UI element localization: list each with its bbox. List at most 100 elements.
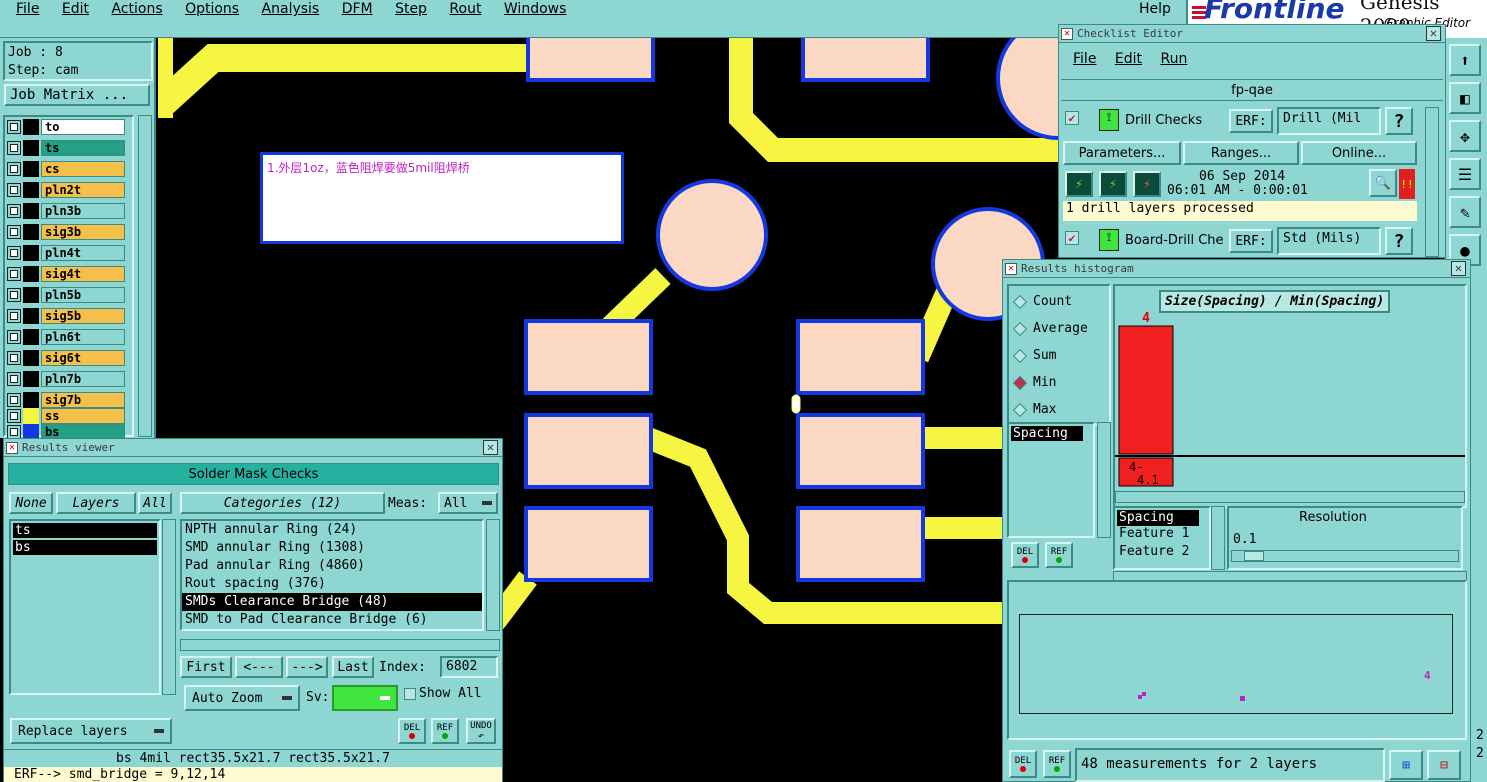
online-button[interactable]: Online...	[1301, 141, 1417, 165]
layer-name[interactable]: ts	[41, 140, 125, 156]
layer-row[interactable]: pln5b	[7, 287, 125, 303]
layer-name[interactable]: to	[41, 119, 125, 135]
layer-checkbox[interactable]	[7, 204, 21, 218]
menu-run[interactable]: Run	[1160, 51, 1187, 67]
job-matrix-button[interactable]: Job Matrix ...	[4, 84, 150, 106]
histogram-bar[interactable]	[1118, 325, 1174, 455]
layer-name[interactable]: pln5b	[41, 287, 125, 303]
layer-row[interactable]: to	[7, 119, 125, 135]
category-item[interactable]: SMD annular Ring (1308)	[182, 539, 482, 557]
layer-row[interactable]: cs	[7, 161, 125, 177]
histogram-titlebar[interactable]: ✕ Results histogram ✕	[1003, 260, 1470, 278]
category-item[interactable]: Pad annular Ring (4860)	[182, 557, 482, 575]
category-item[interactable]: SMD to Pad Clearance Bridge (6)	[182, 611, 482, 629]
check1-checkbox[interactable]: ✔	[1065, 111, 1079, 125]
checklist-scrollbar[interactable]	[1425, 107, 1439, 257]
checklist-titlebar[interactable]: ✕ Checklist Editor ✕	[1059, 25, 1445, 43]
zoom-icon[interactable]: 🔍	[1369, 169, 1397, 197]
undo-button[interactable]: UNDO ↶	[466, 718, 496, 744]
tool-icon[interactable]: ✎	[1449, 196, 1481, 228]
zoom-out-icon[interactable]: ⊟	[1427, 750, 1461, 780]
list-item[interactable]: Spacing	[1011, 426, 1083, 441]
del-button[interactable]: DEL	[398, 718, 426, 744]
layer-checkbox[interactable]	[7, 309, 21, 323]
layer-name[interactable]: sig7b	[41, 392, 125, 408]
close-icon[interactable]: ✕	[483, 440, 498, 455]
layer-checkbox[interactable]	[7, 267, 21, 281]
mode-radio-max[interactable]: Max	[1009, 396, 1109, 423]
layer-name[interactable]: sig3b	[41, 224, 125, 240]
mode-radio-sum[interactable]: Sum	[1009, 342, 1109, 369]
layer-name[interactable]: sig4t	[41, 266, 125, 282]
layer-row[interactable]: ss	[7, 408, 125, 424]
layer-name[interactable]: pln7b	[41, 371, 125, 387]
tool-icon[interactable]: ◧	[1449, 82, 1481, 114]
layer-row[interactable]: sig6t	[7, 350, 125, 366]
parameters-button[interactable]: Parameters...	[1063, 141, 1181, 165]
layer-row[interactable]: sig3b	[7, 224, 125, 240]
layer-checkbox[interactable]	[7, 393, 21, 407]
layer-row[interactable]: sig5b	[7, 308, 125, 324]
layer-scrollbar[interactable]	[138, 115, 152, 437]
layer-checkbox[interactable]	[7, 120, 21, 134]
layer-row[interactable]: pln4t	[7, 245, 125, 261]
list-item[interactable]: Spacing	[1117, 510, 1199, 526]
close-icon[interactable]: ✕	[1426, 26, 1441, 41]
mode-radio-min[interactable]: Min	[1009, 369, 1109, 396]
zoom-in-icon[interactable]: ⊞	[1389, 750, 1423, 780]
layer-checkbox[interactable]	[7, 372, 21, 386]
histogram-hscrollbar[interactable]	[1115, 491, 1465, 503]
run-icon[interactable]: ⚡	[1133, 171, 1161, 197]
layer-name[interactable]: pln6t	[41, 329, 125, 345]
erf-label[interactable]: ERF:	[1229, 229, 1273, 253]
layer-name[interactable]: sig6t	[41, 350, 125, 366]
menu-help[interactable]: Help	[1139, 1, 1171, 17]
ref-button[interactable]: REF	[1043, 750, 1071, 778]
layer-checkbox[interactable]	[7, 162, 21, 176]
erf-field[interactable]: Drill (Mil	[1277, 107, 1381, 135]
show-all-checkbox[interactable]	[404, 688, 416, 700]
layer-checkbox[interactable]	[7, 246, 21, 260]
meas-dropdown[interactable]: All	[438, 492, 498, 514]
menu-actions[interactable]: Actions	[111, 1, 162, 17]
replace-layers-dropdown[interactable]: Replace layers	[10, 718, 172, 744]
index-input[interactable]: 6802	[440, 656, 498, 678]
layer-row[interactable]: pln2t	[7, 182, 125, 198]
last-button[interactable]: Last	[332, 656, 374, 678]
categories-button[interactable]: Categories (12)	[180, 492, 385, 514]
ref-button[interactable]: REF	[431, 718, 459, 744]
layer-checkbox[interactable]	[7, 183, 21, 197]
category-item[interactable]: NPTH annular Ring (24)	[182, 521, 482, 539]
help-button[interactable]: ?	[1385, 107, 1413, 135]
menu-file[interactable]: File	[16, 1, 39, 17]
menu-file[interactable]: File	[1073, 51, 1096, 67]
mode-radio-average[interactable]: Average	[1009, 315, 1109, 342]
layer-checkbox[interactable]	[7, 141, 21, 155]
list-item[interactable]: ts	[13, 523, 157, 538]
check2-checkbox[interactable]: ✔	[1065, 231, 1079, 245]
menu-dfm[interactable]: DFM	[342, 1, 373, 17]
layer-checkbox[interactable]	[7, 425, 21, 439]
layer-checkbox[interactable]	[7, 330, 21, 344]
all-button[interactable]: All	[138, 492, 172, 514]
layer-row[interactable]: sig4t	[7, 266, 125, 282]
resolution-slider[interactable]	[1231, 550, 1459, 562]
tool-icon[interactable]: ☰	[1449, 158, 1481, 190]
layer-name[interactable]: cs	[41, 161, 125, 177]
menu-edit[interactable]: Edit	[1115, 51, 1142, 67]
layer-checkbox[interactable]	[7, 288, 21, 302]
measure-scrollbar[interactable]	[1097, 422, 1111, 538]
layer-checkbox[interactable]	[7, 409, 21, 423]
close-icon[interactable]: ✕	[1451, 261, 1466, 276]
zoom-dropdown[interactable]: Auto Zoom	[184, 685, 300, 711]
layer-row[interactable]: pln7b	[7, 371, 125, 387]
layer-name[interactable]: pln2t	[41, 182, 125, 198]
layer-name[interactable]: sig5b	[41, 308, 125, 324]
results-viewer-titlebar[interactable]: ✕ Results viewer ✕	[4, 439, 502, 457]
menu-rout[interactable]: Rout	[449, 1, 481, 17]
menu-step[interactable]: Step	[395, 1, 427, 17]
none-button[interactable]: None	[9, 492, 53, 514]
layer-list-scrollbar[interactable]	[162, 519, 176, 695]
category-scrollbar[interactable]	[486, 519, 500, 631]
del-button[interactable]: DEL	[1011, 542, 1039, 568]
